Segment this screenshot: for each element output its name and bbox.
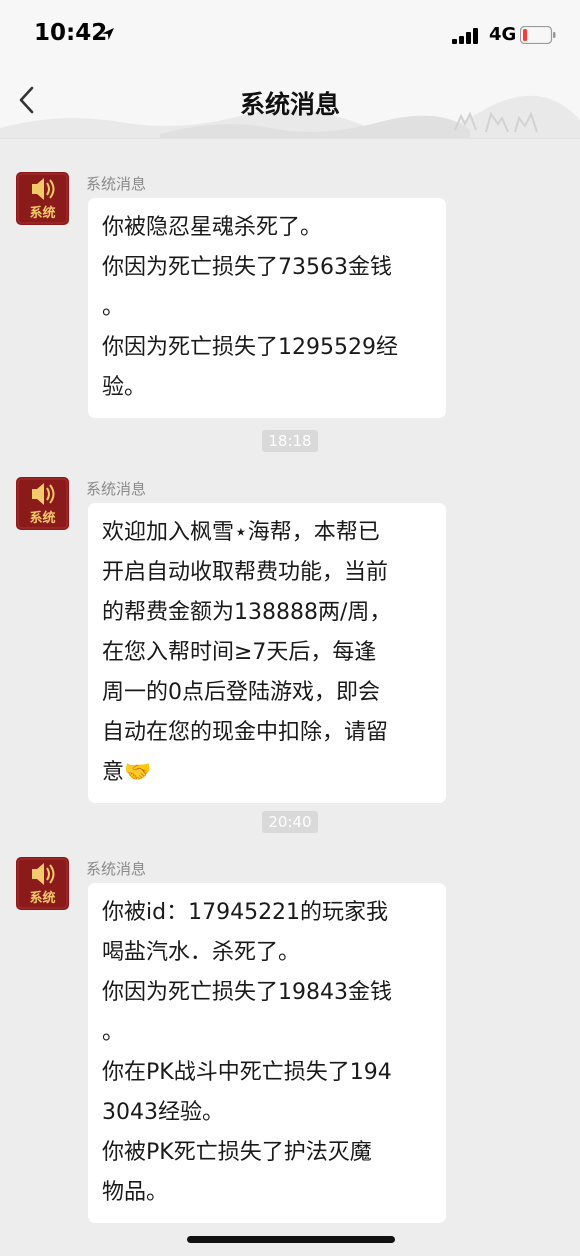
system-avatar-icon[interactable]: 系统: [16, 857, 69, 910]
page-title: 系统消息: [239, 90, 340, 119]
time-label: 20:40: [262, 811, 318, 833]
system-avatar-icon[interactable]: 系统: [16, 172, 69, 225]
avatar-label: 系统: [29, 510, 55, 526]
status-bar: 10:42 4G: [0, 0, 580, 72]
message-bubble[interactable]: 你被id：17945221的玩家我 喝盐汽水．杀死了。 你因为死亡损失了1984…: [88, 883, 446, 1223]
navigation-bar: 系统消息: [0, 72, 580, 139]
system-avatar-icon[interactable]: 系统: [16, 477, 69, 530]
message-bubble[interactable]: 你被隐忍星魂杀死了。 你因为死亡损失了73563金钱 。 你因为死亡损失了129…: [88, 198, 446, 418]
battery-icon: [520, 26, 556, 44]
message-bubble[interactable]: 欢迎加入枫雪⋆海帮，本帮已 开启自动收取帮费功能，当前 的帮费金额为138888…: [88, 503, 446, 803]
home-indicator[interactable]: [187, 1236, 395, 1243]
sender-name: 系统消息: [86, 860, 147, 878]
sender-name: 系统消息: [86, 175, 147, 193]
network-type: 4G: [489, 24, 517, 45]
time-label: 18:18: [262, 430, 318, 452]
time-separator: 18:18: [0, 430, 580, 452]
status-time: 10:42: [34, 20, 108, 46]
avatar-label: 系统: [29, 205, 55, 221]
time-separator: 20:40: [0, 811, 580, 833]
avatar-label: 系统: [29, 890, 55, 906]
signal-icon: [452, 28, 478, 44]
location-arrow-icon: [102, 28, 114, 40]
sender-name: 系统消息: [86, 480, 147, 498]
